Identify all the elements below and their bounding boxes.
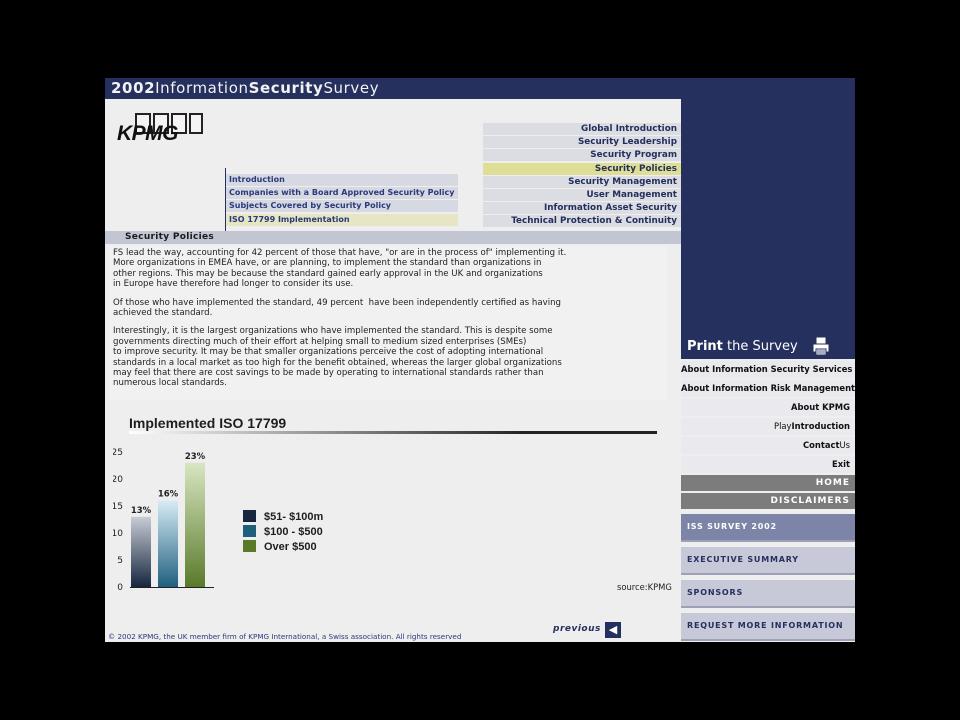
exit-link[interactable]: Exit <box>681 456 855 473</box>
chart-title-rule <box>129 431 657 434</box>
contact-us-link[interactable]: ContactUs <box>681 437 855 454</box>
logo-text: KPMG <box>117 122 179 145</box>
legend-swatch <box>243 525 256 537</box>
bar <box>158 500 178 587</box>
topic-item[interactable]: Security Policies <box>483 162 681 175</box>
y-tick-label: 10 <box>113 529 123 539</box>
legend-label: Over $500 <box>264 541 317 553</box>
copyright-text: © 2002 KPMG, the UK member firm of KPMG … <box>108 632 462 641</box>
print-rest: the Survey <box>722 339 798 354</box>
nav-iss-survey-2002[interactable]: ISS SURVEY 2002 <box>681 514 855 542</box>
link-part: Us <box>839 440 851 450</box>
subtopic-item[interactable]: Introduction <box>226 174 458 186</box>
topic-item[interactable]: Information Asset Security <box>483 202 681 215</box>
bar-data-label: 13% <box>131 506 152 516</box>
home-button[interactable]: HOME <box>681 475 855 491</box>
link-part: Contact <box>803 440 840 450</box>
chart-source: source:KPMG <box>617 582 672 592</box>
link-part: Play <box>774 421 792 431</box>
topic-item[interactable]: Technical Protection & Continuity <box>483 215 681 228</box>
bar-data-label: 23% <box>185 452 206 462</box>
nav-sponsors[interactable]: SPONSORS <box>681 580 855 608</box>
link-part: Introduction <box>791 421 850 431</box>
y-tick-label: 25 <box>113 448 123 458</box>
bar-data-label: 16% <box>158 490 179 500</box>
play-introduction-link[interactable]: PlayIntroduction <box>681 418 855 435</box>
y-tick-label: 0 <box>117 583 123 593</box>
bar <box>131 516 151 587</box>
body-paragraph: Of those who have implemented the standa… <box>113 297 561 319</box>
print-label: Print the Survey <box>687 339 798 354</box>
title-bar: 2002InformationSecuritySurvey <box>105 78 855 99</box>
printer-icon <box>812 336 830 356</box>
disclaimers-button[interactable]: DISCLAIMERS <box>681 493 855 509</box>
print-word: Print <box>687 339 723 354</box>
survey-window: 2002InformationSecuritySurvey KPMG Globa… <box>105 78 855 642</box>
title-year: 2002 <box>111 79 156 97</box>
topic-item[interactable]: Security Management <box>483 175 681 188</box>
y-tick-label: 20 <box>113 475 123 485</box>
topic-item[interactable]: Global Introduction <box>483 123 681 135</box>
subtopic-menu: Introduction Companies with a Board Appro… <box>226 174 458 227</box>
y-tick-label: 5 <box>117 556 123 566</box>
about-risk-management-link[interactable]: About Information Risk Management <box>681 380 855 397</box>
nav-executive-summary[interactable]: EXECUTIVE SUMMARY <box>681 547 855 575</box>
topic-item[interactable]: Security Leadership <box>483 136 681 149</box>
section-title: Security Policies <box>125 232 215 242</box>
body-text-panel: FS lead the way, accounting for 42 perce… <box>109 246 667 400</box>
bar <box>185 462 205 587</box>
subtopic-item[interactable]: Subjects Covered by Security Policy <box>226 200 458 213</box>
print-survey-button[interactable]: Print the Survey <box>681 333 855 359</box>
iso-17799-chart: 0 5 10 15 20 25 13% 16% 23% $51- $100m $100 - $500… <box>113 448 324 593</box>
navy-panel <box>681 99 855 333</box>
subtopic-item[interactable]: Companies with a Board Approved Security… <box>226 187 458 200</box>
survey-title: 2002InformationSecuritySurvey <box>111 79 379 97</box>
legend-label: $51- $100m <box>264 511 324 523</box>
previous-label: previous <box>553 624 601 634</box>
arrow-left-icon: ◀ <box>605 622 621 638</box>
about-kpmg-link[interactable]: About KPMG <box>681 399 855 416</box>
nav-request-more-information[interactable]: REQUEST MORE INFORMATION <box>681 613 855 641</box>
about-info-security-link[interactable]: About Information Security Services <box>681 361 855 378</box>
topic-item[interactable]: Security Program <box>483 149 681 162</box>
body-paragraph: Interestingly, it is the largest organiz… <box>113 326 562 389</box>
chart-title: Implemented ISO 17799 <box>129 415 287 431</box>
legend-swatch <box>243 540 256 552</box>
right-sidebar: Print the Survey About Information Secur… <box>681 333 855 641</box>
body-paragraph: FS lead the way, accounting for 42 perce… <box>113 248 567 290</box>
legend-label: $100 - $500 <box>264 526 323 538</box>
legend-swatch <box>243 510 256 522</box>
title-survey: Survey <box>323 79 380 97</box>
title-information: Information <box>155 79 249 97</box>
title-security: Security <box>248 79 324 97</box>
logo-box <box>189 113 203 134</box>
kpmg-logo: KPMG <box>117 113 203 145</box>
y-tick-label: 15 <box>113 502 123 512</box>
previous-button[interactable]: previous ◀ <box>549 620 621 640</box>
subtopic-item[interactable]: ISO 17799 Implementation <box>226 213 458 226</box>
topic-menu: Global Introduction Security Leadership Se… <box>483 123 681 229</box>
topic-item[interactable]: User Management <box>483 188 681 201</box>
